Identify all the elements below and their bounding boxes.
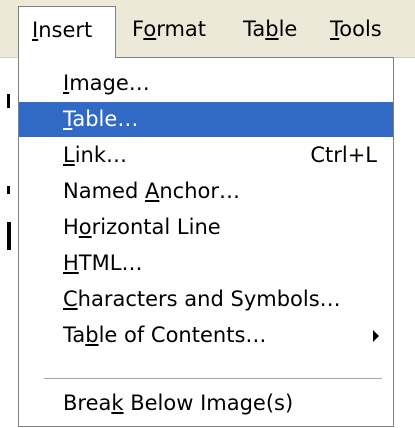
insert-dropdown-menu: Image… Table… Link… Ctrl+L Named Anchor… …: [18, 57, 394, 427]
menu-table-label-pre: Ta: [243, 17, 266, 41]
menu-format[interactable]: Format: [132, 6, 206, 52]
menu-insert[interactable]: Insert: [18, 6, 116, 58]
menu-table[interactable]: Table: [243, 6, 297, 52]
menu-item-mnemonic: T: [63, 107, 73, 131]
menu-item-label-pre: H: [63, 215, 79, 239]
edge-mark: [7, 186, 10, 194]
menu-table-label-post: le: [278, 17, 298, 41]
window-background-edge: [0, 58, 18, 428]
menu-item-mnemonic: o: [78, 215, 92, 239]
edge-mark: [7, 222, 11, 250]
submenu-arrow-icon: [373, 330, 379, 342]
menu-bar: Insert Format Table Tools: [0, 0, 415, 58]
menu-format-mnemonic: o: [143, 17, 157, 41]
menu-item-link[interactable]: Link… Ctrl+L: [19, 138, 393, 173]
menu-item-horizontal-line[interactable]: Horizontal Line: [19, 210, 393, 245]
menu-item-image[interactable]: Image…: [19, 66, 393, 101]
menu-tools-mnemonic: T: [330, 17, 340, 41]
menu-item-characters-and-symbols[interactable]: Characters and Symbols…: [19, 282, 393, 317]
menu-insert-label-post: nsert: [38, 18, 93, 42]
menu-item-break-below-images[interactable]: Break Below Image(s): [19, 386, 393, 421]
menu-item-mnemonic: H: [63, 251, 79, 275]
menu-item-label-pre: Ta: [63, 323, 86, 347]
menu-item-mnemonic: A: [144, 179, 160, 203]
menu-item-mnemonic: b: [85, 323, 99, 347]
menu-separator: [44, 378, 382, 380]
menu-item-label-post: TML…: [78, 251, 143, 275]
menu-item-label-post: able…: [72, 107, 139, 131]
menu-item-label-post: haracters and Symbols…: [77, 287, 341, 311]
menu-item-html[interactable]: HTML…: [19, 246, 393, 281]
menu-item-label-post: mage…: [69, 71, 150, 95]
menu-item-mnemonic: L: [63, 143, 75, 167]
menu-tools[interactable]: Tools: [330, 6, 382, 52]
menu-item-shortcut: Ctrl+L: [310, 143, 377, 167]
menu-item-label-post: nchor…: [159, 179, 240, 203]
menu-format-label-pre: F: [132, 17, 144, 41]
menu-item-table[interactable]: Table…: [19, 102, 393, 137]
menu-item-label-pre: Brea: [63, 391, 112, 415]
menu-item-mnemonic: C: [63, 287, 78, 311]
menu-item-label-post: ink…: [74, 143, 128, 167]
menu-item-label-post: le of Contents…: [98, 323, 267, 347]
menu-format-label-post: rmat: [156, 17, 207, 41]
menu-tools-label-post: ools: [339, 17, 382, 41]
menu-item-table-of-contents[interactable]: Table of Contents…: [19, 318, 393, 353]
menu-item-label-post: Below Image(s): [123, 391, 294, 415]
menu-table-mnemonic: b: [265, 17, 279, 41]
menu-item-label-post: rizontal Line: [91, 215, 221, 239]
edge-mark: [7, 94, 10, 108]
menu-item-label-pre: Named: [63, 179, 145, 203]
menu-item-named-anchor[interactable]: Named Anchor…: [19, 174, 393, 209]
menu-item-mnemonic: k: [111, 391, 124, 415]
